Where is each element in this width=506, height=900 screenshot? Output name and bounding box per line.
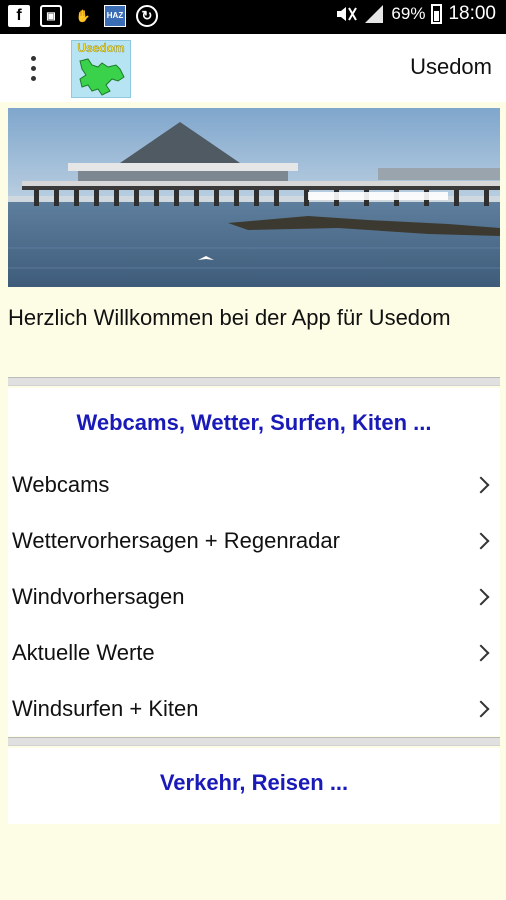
status-bar: f ▣ ✋ HAZ ↻ 69% 18:00 — [0, 0, 506, 34]
chevron-right-icon — [472, 700, 490, 718]
chevron-right-icon — [472, 532, 490, 550]
sync-icon: ↻ — [136, 5, 158, 27]
list-item-webcams[interactable]: Webcams — [8, 458, 500, 514]
app-logo: Usedom — [71, 40, 131, 98]
section-divider — [8, 737, 500, 746]
list-item-current-values[interactable]: Aktuelle Werte — [8, 626, 500, 682]
facebook-icon: f — [8, 5, 30, 27]
mute-icon — [337, 7, 358, 21]
list-item-label: Aktuelle Werte — [12, 640, 155, 665]
clock: 18:00 — [448, 3, 496, 24]
list-item-label: Wettervorhersagen + Regenradar — [12, 528, 340, 553]
list-item-label: Windvorhersagen — [12, 584, 185, 609]
list-item-windsurfing-kiting[interactable]: Windsurfen + Kiten — [8, 682, 500, 738]
notification-icons: f ▣ ✋ HAZ ↻ — [8, 5, 158, 27]
hand-icon: ✋ — [75, 9, 91, 23]
logo-text: Usedom — [77, 41, 125, 55]
list-item-wind-forecast[interactable]: Windvorhersagen — [8, 570, 500, 626]
chevron-right-icon — [472, 588, 490, 606]
chevron-right-icon — [472, 476, 490, 494]
app-bar: Usedom Usedom — [0, 34, 506, 102]
hero-image — [8, 108, 500, 287]
app-title: Usedom — [410, 54, 492, 79]
list-item-weather-forecast[interactable]: Wettervorhersagen + Regenradar — [8, 514, 500, 570]
section-traffic-travel: Verkehr, Reisen ... — [8, 748, 500, 824]
chevron-right-icon — [472, 644, 490, 662]
system-icons: 69% 18:00 — [335, 3, 496, 25]
haz-icon: HAZ — [104, 5, 126, 27]
menu-dot — [30, 65, 36, 71]
list-item-label: Windsurfen + Kiten — [12, 696, 199, 721]
section-divider — [8, 377, 500, 386]
screenshot-icon: ▣ — [40, 5, 62, 27]
list-item-label: Webcams — [12, 472, 110, 497]
menu-dot — [30, 55, 36, 61]
battery-icon — [431, 4, 443, 24]
pier-photo — [8, 108, 500, 287]
battery-percent: 69% — [391, 4, 426, 23]
section-header-traffic-travel[interactable]: Verkehr, Reisen ... — [8, 770, 500, 796]
section-header-webcams-weather[interactable]: Webcams, Wetter, Surfen, Kiten ... — [8, 410, 500, 436]
welcome-text: Herzlich Willkommen bei der App für Used… — [8, 305, 451, 330]
section-webcams-weather: Webcams, Wetter, Surfen, Kiten ... Webca… — [8, 388, 500, 736]
overflow-menu-button[interactable] — [18, 48, 48, 88]
menu-dot — [30, 75, 36, 81]
signal-icon — [365, 5, 384, 23]
